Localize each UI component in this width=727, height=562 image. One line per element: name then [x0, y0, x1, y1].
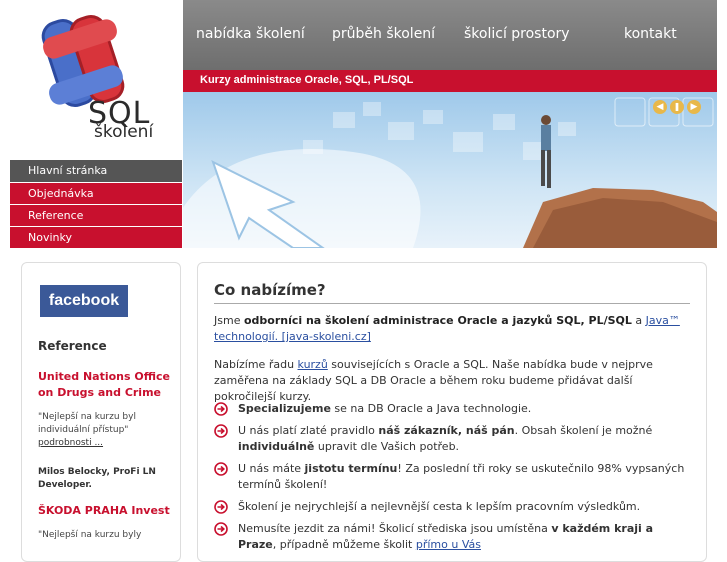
tagline-text: Kurzy administrace Oracle, SQL, PL/SQL	[200, 74, 414, 86]
hero-banner: ◀ ❚ ▶	[183, 92, 717, 248]
list-text: . Obsah školení je možné	[514, 424, 653, 437]
courses-link[interactable]: kurzů	[298, 358, 328, 371]
menu-item-reference[interactable]: Reference	[10, 204, 182, 226]
intro-text: Jsme	[214, 314, 244, 327]
courses-text: Nabízíme řadu	[214, 358, 298, 371]
courses-paragraph: Nabízíme řadu kurzů souvisejících s Orac…	[214, 357, 684, 405]
logo-subtitle: školení	[94, 122, 154, 142]
arrow-circle-icon	[214, 522, 228, 536]
reference-quote-text: "Nejlepší na kurzu byl individuální přís…	[38, 412, 136, 435]
slider-controls: ◀ ❚ ▶	[653, 100, 703, 116]
intro-text: a	[631, 314, 646, 327]
list-text: U nás máte	[238, 462, 305, 475]
site-logo[interactable]: SQL školení	[10, 0, 182, 160]
list-text: upravit dle Vašich potřeb.	[314, 440, 460, 453]
main-content: Co nabízíme? Jsme odborníci na školení a…	[197, 262, 707, 562]
title-divider	[214, 303, 690, 304]
list-text: Nemusíte jezdit za námi! Školicí středis…	[238, 522, 552, 535]
reference-quote: "Nejlepší na kurzu byl individuální přís…	[38, 411, 178, 450]
menu-item-novinky[interactable]: Novinky	[10, 226, 182, 248]
reference-quote-text: "Nejlepší na kurzu byly	[38, 530, 142, 540]
list-text: se na DB Oracle a Java technologie.	[330, 402, 532, 415]
reference-title: ŠKODA PRAHA Invest	[38, 504, 170, 517]
menu-item-objednavka[interactable]: Objednávka	[10, 182, 182, 204]
arrow-circle-icon	[214, 500, 228, 514]
arrow-circle-icon	[214, 402, 228, 416]
reference-details-link[interactable]: podrobnosti ...	[38, 438, 103, 448]
sidebar-heading: Reference	[38, 339, 107, 353]
list-text: U nás platí zlaté pravidlo	[238, 424, 379, 437]
list-bold: individuálně	[238, 440, 315, 453]
pause-slide-icon[interactable]: ❚	[670, 100, 684, 114]
arrow-circle-icon	[214, 462, 228, 476]
tagline-bar: Kurzy administrace Oracle, SQL, PL/SQL	[183, 70, 717, 92]
nav-item-prubeh[interactable]: průběh školení	[332, 26, 435, 42]
list-bold: náš zákazník, náš pán	[378, 424, 515, 437]
nav-item-nabidka[interactable]: nabídka školení	[196, 26, 305, 42]
intro-bold: odborníci na školení administrace Oracle…	[243, 314, 632, 327]
nav-item-kontakt[interactable]: kontakt	[624, 26, 677, 42]
reference-title: United Nations Office on Drugs and Crime	[38, 370, 170, 399]
nav-item-prostory[interactable]: školicí prostory	[464, 26, 570, 42]
banner-artwork	[183, 97, 717, 248]
list-bold: jistotu termínu	[304, 462, 398, 475]
prev-slide-icon[interactable]: ◀	[653, 100, 667, 114]
list-text: Školení je nejrychlejší a nejlevnější ce…	[238, 500, 641, 513]
top-navigation: nabídka školení průběh školení školicí p…	[183, 0, 717, 70]
menu-item-hlavni[interactable]: Hlavní stránka	[10, 160, 182, 182]
sidebar: facebook Reference United Nations Office…	[21, 262, 181, 562]
page-title: Co nabízíme?	[214, 281, 326, 299]
facebook-button[interactable]: facebook	[40, 285, 128, 317]
list-bold: Specializujeme	[238, 402, 331, 415]
intro-paragraph: Jsme odborníci na školení administrace O…	[214, 313, 684, 345]
next-slide-icon[interactable]: ▶	[687, 100, 701, 114]
reference-author: Milos Belocky, ProFi LN Developer.	[38, 467, 156, 490]
arrow-circle-icon	[214, 424, 228, 438]
left-menu: Hlavní stránka Objednávka Reference Novi…	[10, 160, 182, 248]
